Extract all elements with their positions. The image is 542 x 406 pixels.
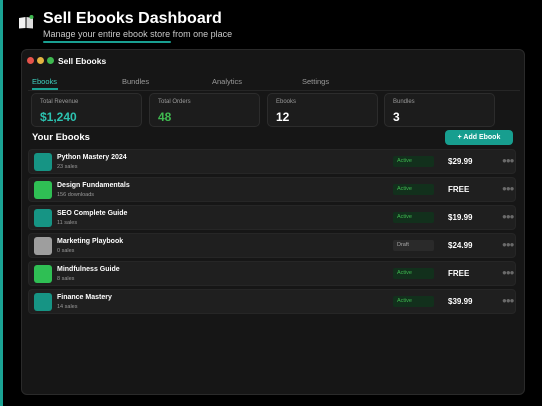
ebook-price: FREE [448,185,470,194]
status-badge: Draft [393,240,434,251]
ebook-price: $29.99 [448,157,473,166]
ebook-thumbnail [34,293,52,311]
tab-divider [28,90,520,91]
status-badge: Active [393,296,434,307]
ebook-thumbnail [34,209,52,227]
tab-analytics[interactable]: Analytics [212,77,242,86]
stat-label: Total Revenue [40,99,79,105]
stat-value: 12 [276,110,290,124]
stat-label: Total Orders [158,99,191,105]
tab-settings[interactable]: Settings [302,77,329,86]
stat-card-revenue: Total Revenue $1,240 [31,93,142,127]
ebook-price: FREE [448,269,470,278]
book-icon [18,15,34,29]
ebook-title: Python Mastery 2024 [57,154,127,161]
section-title: Your Ebooks [32,132,90,143]
status-badge: Active [393,184,434,195]
tab-ebooks[interactable]: Ebooks [32,77,57,86]
window-maximize-dot[interactable] [47,57,54,64]
ebook-row[interactable]: SEO Complete Guide 11 sales Active $19.9… [28,205,516,230]
stat-card-bundles: Bundles 3 [384,93,495,127]
stat-value: 48 [158,110,172,124]
more-options-icon[interactable]: ●●● [502,239,516,251]
stat-value: $1,240 [40,110,77,124]
stat-value: 3 [393,110,400,124]
ebook-row[interactable]: Design Fundamentals 156 downloads Active… [28,177,516,202]
window-close-dot[interactable] [27,57,34,64]
status-badge: Active [393,212,434,223]
ebook-meta: 14 sales [57,304,78,310]
ebook-row[interactable]: Python Mastery 2024 23 sales Active $29.… [28,149,516,174]
ebook-price: $39.99 [448,297,473,306]
stat-label: Bundles [393,99,415,105]
ebook-title: Finance Mastery [57,294,112,301]
ebook-row[interactable]: Finance Mastery 14 sales Active $39.99 ●… [28,289,516,314]
status-badge: Active [393,156,434,167]
title-underline [43,41,171,43]
more-options-icon[interactable]: ●●● [502,267,516,279]
more-options-icon[interactable]: ●●● [502,183,516,195]
ebook-row[interactable]: Mindfulness Guide 8 sales Active FREE ●●… [28,261,516,286]
stat-label: Ebooks [276,99,297,105]
ebook-title: SEO Complete Guide [57,210,128,217]
more-options-icon[interactable]: ●●● [502,295,516,307]
ebook-title: Marketing Playbook [57,238,124,245]
add-ebook-button[interactable]: + Add Ebook [445,130,513,145]
ebook-meta: 156 downloads [57,192,95,198]
dashboard-window: Sell Ebooks Ebooks Bundles Analytics Set… [21,49,525,395]
stat-card-orders: Total Orders 48 [149,93,260,127]
page-subtitle: Manage your entire ebook store from one … [43,29,233,39]
window-minimize-dot[interactable] [37,57,44,64]
ebook-title: Mindfulness Guide [57,266,120,273]
more-options-icon[interactable]: ●●● [502,211,516,223]
ebook-row[interactable]: Marketing Playbook 0 sales Draft $24.99 … [28,233,516,258]
ebook-price: $24.99 [448,241,473,250]
ebook-meta: 8 sales [57,276,75,282]
page-title: Sell Ebooks Dashboard [43,10,222,27]
stat-card-ebooks: Ebooks 12 [267,93,378,127]
ebook-title: Design Fundamentals [57,182,130,189]
ebook-meta: 23 sales [57,164,78,170]
tab-bundles[interactable]: Bundles [122,77,149,86]
more-options-icon[interactable]: ●●● [502,155,516,167]
ebook-price: $19.99 [448,213,473,222]
status-badge: Active [393,268,434,279]
ebook-meta: 0 sales [57,248,75,254]
ebook-thumbnail [34,181,52,199]
window-title: Sell Ebooks [58,56,107,66]
ebook-thumbnail [34,237,52,255]
ebook-thumbnail [34,265,52,283]
ebook-meta: 11 sales [57,220,78,226]
ebook-thumbnail [34,153,52,171]
left-accent-bar [0,0,3,406]
